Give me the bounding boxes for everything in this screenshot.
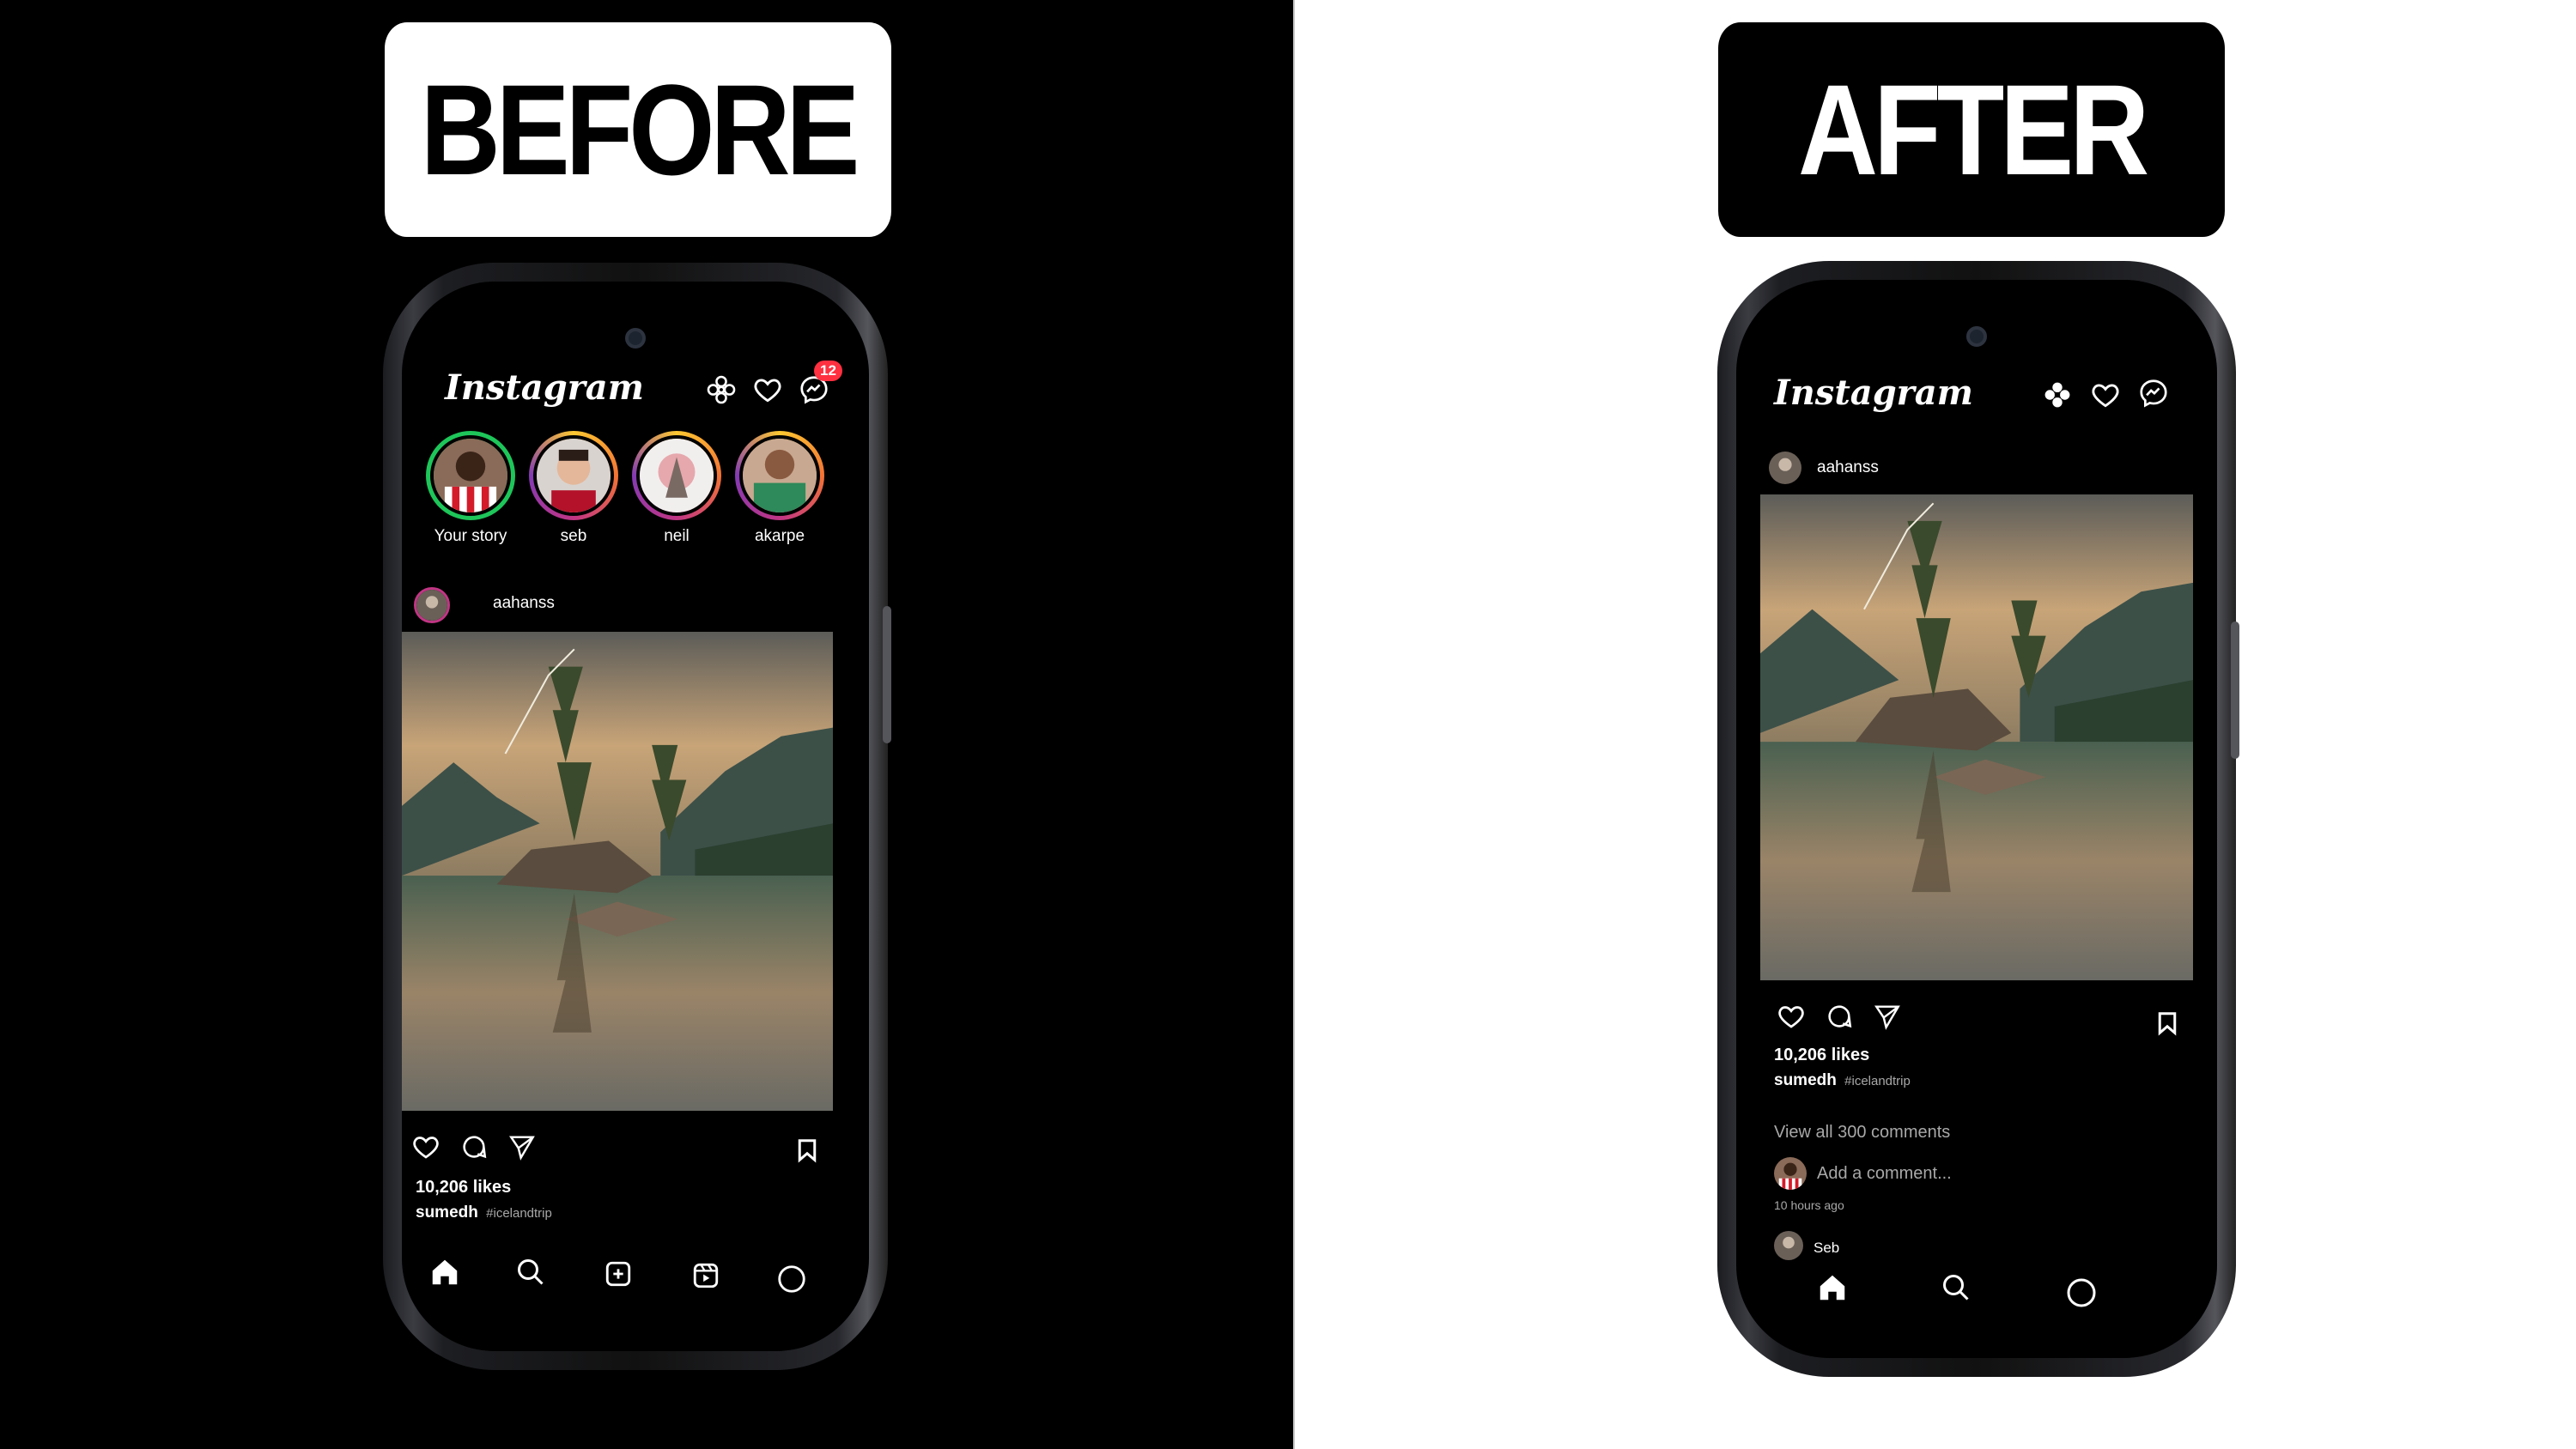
search-icon[interactable] (1935, 1267, 1977, 1308)
post-timestamp: 10 hours ago (1774, 1198, 1844, 1212)
after-panel: AFTER Instagram aahanss 10,206 likes sum… (1295, 0, 2576, 1449)
story-your-story[interactable]: Your story (421, 431, 520, 546)
app-logo: Instagram (1774, 373, 1973, 413)
front-camera (1966, 326, 1987, 347)
avatar (434, 439, 507, 512)
before-screen: Instagram 12 Your story seb neil akarpe … (402, 282, 869, 1351)
view-all-comments[interactable]: View all 300 comments (1774, 1123, 1950, 1143)
caption-user[interactable]: sumedh (1774, 1071, 1837, 1089)
story-neil[interactable]: neil (627, 431, 726, 546)
like-icon[interactable] (1774, 999, 1808, 1034)
post-image (402, 632, 833, 1111)
profile-icon[interactable] (771, 1258, 812, 1300)
before-label: BEFORE (385, 22, 891, 237)
heart-icon[interactable] (749, 371, 787, 409)
comment-icon[interactable] (1822, 999, 1856, 1034)
story-name: seb (560, 527, 587, 545)
bookmark-icon[interactable] (2150, 1006, 2184, 1040)
heart-icon[interactable] (2087, 376, 2124, 414)
after-label: AFTER (1718, 22, 2225, 237)
likes-count: 10,206 likes (1774, 1046, 1870, 1064)
story-akarpe[interactable]: akarpe (730, 431, 829, 546)
flower-icon[interactable] (702, 371, 740, 409)
caption-tag[interactable]: #icelandtrip (486, 1206, 552, 1221)
before-panel: BEFORE Instagram 12 Your story seb neil … (0, 0, 1295, 1449)
post-image (1760, 494, 2193, 980)
home-icon[interactable] (424, 1252, 465, 1293)
app-logo: Instagram (445, 367, 644, 408)
likes-count: 10,206 likes (416, 1178, 512, 1197)
profile-icon[interactable] (2061, 1272, 2102, 1313)
create-icon[interactable] (598, 1253, 639, 1294)
after-screen: Instagram aahanss 10,206 likes sumedh #i… (1736, 280, 2217, 1358)
next-post-username[interactable]: Seb (1814, 1240, 1839, 1257)
caption: sumedh #icelandtrip (416, 1203, 552, 1222)
bookmark-icon[interactable] (790, 1133, 824, 1167)
caption: sumedh #icelandtrip (1774, 1071, 1911, 1090)
flower-icon[interactable] (2038, 376, 2076, 414)
caption-tag[interactable]: #icelandtrip (1844, 1074, 1911, 1088)
story-name: neil (664, 527, 690, 545)
post-avatar[interactable] (414, 587, 450, 623)
reels-icon[interactable] (685, 1255, 726, 1296)
front-camera (625, 328, 646, 349)
before-phone: Instagram 12 Your story seb neil akarpe … (383, 263, 891, 1370)
home-icon[interactable] (1812, 1267, 1853, 1308)
comment-icon[interactable] (457, 1130, 491, 1164)
story-seb[interactable]: seb (524, 431, 623, 546)
commenter-avatar (1774, 1157, 1807, 1190)
post-username[interactable]: aahanss (493, 594, 555, 613)
caption-user[interactable]: sumedh (416, 1203, 478, 1222)
post-username[interactable]: aahanss (1817, 458, 1879, 477)
messenger-icon[interactable] (2135, 374, 2172, 412)
post-avatar[interactable] (1769, 452, 1801, 484)
search-icon[interactable] (510, 1252, 551, 1293)
after-phone: Instagram aahanss 10,206 likes sumedh #i… (1717, 261, 2239, 1377)
add-comment-input[interactable]: Add a comment... (1817, 1164, 1952, 1184)
avatar (640, 439, 714, 512)
share-icon[interactable] (505, 1130, 539, 1164)
side-button (2231, 621, 2239, 759)
share-icon[interactable] (1870, 999, 1905, 1034)
like-icon[interactable] (409, 1130, 443, 1164)
next-post-avatar[interactable] (1774, 1231, 1803, 1260)
avatar (743, 439, 817, 512)
story-name: akarpe (754, 527, 805, 545)
story-name: Your story (434, 527, 507, 545)
messages-badge: 12 (814, 361, 842, 381)
side-button (883, 606, 891, 743)
avatar (537, 439, 611, 512)
